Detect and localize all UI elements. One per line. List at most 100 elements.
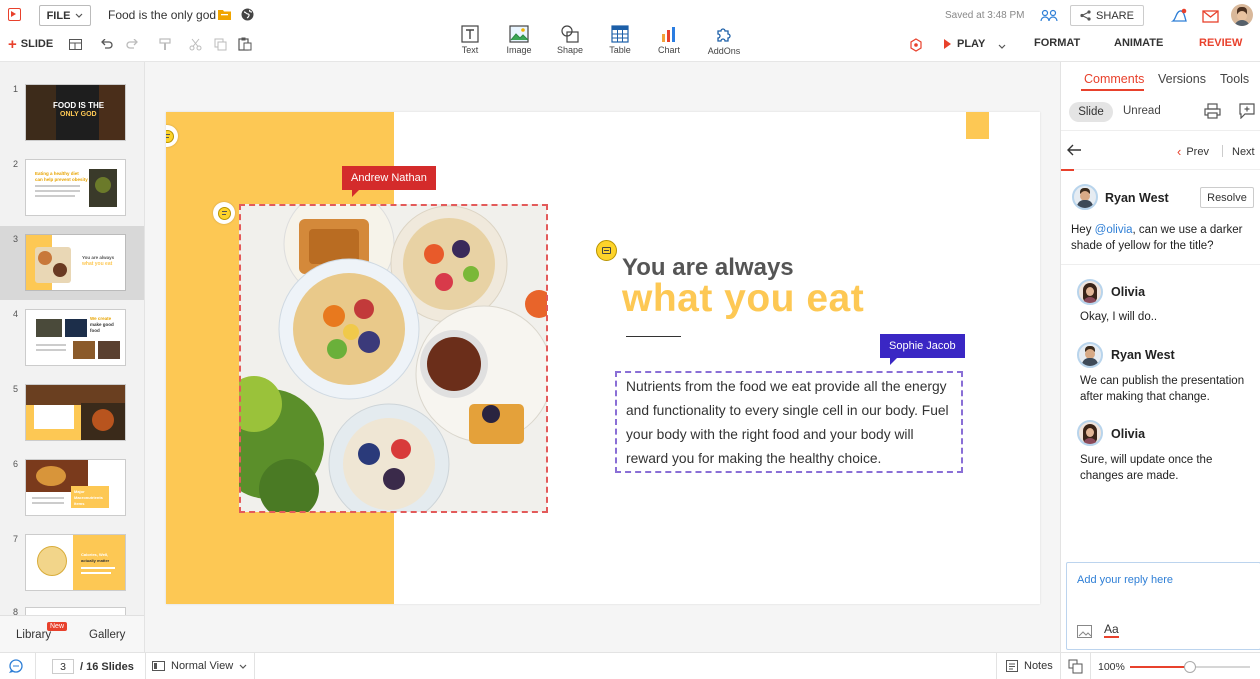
insert-table-label: Table <box>609 45 631 55</box>
thumbnail-number: 3 <box>13 234 19 244</box>
zoom-slider-thumb[interactable] <box>1184 661 1196 673</box>
share-icon <box>1080 10 1091 21</box>
prev-label: Prev <box>1186 145 1209 158</box>
status-bar: 3 / 16 Slides Normal View Notes 100% <box>0 652 1260 679</box>
thumbnail-6-text: Macronutrients <box>74 495 103 500</box>
filter-unread-chip[interactable]: Unread <box>1123 105 1161 117</box>
slide-thumbnail-5[interactable] <box>25 384 126 441</box>
collaborator-tag-andrew-label: Andrew Nathan <box>351 172 427 184</box>
format-painter-icon[interactable] <box>159 38 171 51</box>
folder-icon[interactable] <box>218 9 231 20</box>
body-text-box[interactable]: Nutrients from the food we eat provide a… <box>615 371 963 473</box>
comment-marker-icon[interactable] <box>213 202 235 224</box>
share-label: SHARE <box>1096 9 1134 22</box>
globe-icon[interactable] <box>241 8 254 21</box>
slide-thumbnail-1[interactable]: FOOD IS THE ONLY GOD <box>25 84 126 141</box>
play-options-chevron-icon[interactable] <box>998 44 1006 49</box>
redo-icon[interactable] <box>126 39 139 50</box>
collaborator-tag-andrew[interactable]: Andrew Nathan <box>342 166 436 197</box>
thumbnail-number: 7 <box>13 534 19 544</box>
add-slide-button[interactable]: + SLIDE <box>8 37 53 52</box>
slide-thumbnail-3[interactable]: You are always what you eat <box>25 234 126 291</box>
slide-thumbnail-6[interactable]: Major Macronutrients items <box>25 459 126 516</box>
slide-thumbnail-7[interactable]: Calories, Well, actually matter <box>25 534 126 591</box>
slide-3[interactable]: Andrew Nathan You are always what you ea… <box>166 112 1040 604</box>
notes-label: Notes <box>1024 660 1053 672</box>
chat-icon[interactable] <box>8 659 24 674</box>
avatar <box>1077 420 1103 446</box>
cut-icon[interactable] <box>189 38 202 51</box>
notes-button[interactable]: Notes <box>1006 660 1053 672</box>
current-slide-input[interactable]: 3 <box>52 659 74 674</box>
text-icon <box>461 25 479 43</box>
thumbnail-number: 1 <box>13 84 19 94</box>
document-title[interactable]: Food is the only god <box>108 8 216 22</box>
panel-divider <box>1061 130 1260 131</box>
insert-chart-button[interactable]: Chart <box>639 25 699 55</box>
title-divider <box>626 336 681 337</box>
undo-icon[interactable] <box>100 39 113 50</box>
file-menu-button[interactable]: FILE <box>39 5 91 26</box>
paste-icon[interactable] <box>238 37 252 51</box>
thumbnail-3-text: what you eat <box>82 261 113 267</box>
next-comment-button[interactable]: Next › <box>1232 144 1260 159</box>
view-mode-label: Normal View <box>171 660 234 672</box>
layout-icon[interactable] <box>69 39 82 50</box>
reply-text: We can publish the presentation after ma… <box>1080 375 1245 403</box>
avatar <box>1077 342 1103 368</box>
collaborators-icon[interactable] <box>1040 9 1058 22</box>
sep <box>1090 653 1091 679</box>
tab-animate[interactable]: ANIMATE <box>1114 37 1163 49</box>
comment-marker-icon[interactable] <box>596 240 617 261</box>
zoom-slider-track[interactable] <box>1130 661 1250 673</box>
slide-title-line2[interactable]: what you eat <box>622 277 864 321</box>
sep <box>1060 653 1061 679</box>
chart-icon <box>662 27 675 42</box>
add-comment-icon[interactable] <box>1239 103 1255 119</box>
thread-header-divider <box>1061 169 1260 170</box>
slide-thumbnail-8[interactable] <box>25 607 126 615</box>
tab-versions[interactable]: Versions <box>1158 72 1206 86</box>
resolve-button[interactable]: Resolve <box>1200 187 1254 208</box>
tab-format[interactable]: FORMAT <box>1034 37 1080 49</box>
notifications-icon[interactable] <box>1171 8 1188 23</box>
share-button[interactable]: SHARE <box>1070 5 1144 26</box>
library-tab[interactable]: Library <box>16 629 51 641</box>
tab-tools[interactable]: Tools <box>1220 72 1249 86</box>
text-format-button[interactable]: Aa <box>1104 623 1119 638</box>
review-panel: Comments Versions Tools Slide Unread ‹ P… <box>1060 62 1260 652</box>
prev-comment-button[interactable]: ‹ Prev <box>1177 144 1209 159</box>
tab-comments[interactable]: Comments <box>1084 72 1144 86</box>
settings-hexagon-icon[interactable] <box>909 38 923 52</box>
avatar <box>1072 184 1098 210</box>
chevron-down-icon <box>75 13 83 18</box>
thumbnail-6-text: Major <box>74 489 85 494</box>
insert-addons-button[interactable]: AddOns <box>694 25 754 56</box>
slide-thumbnail-4[interactable]: We create make good food <box>25 309 126 366</box>
zoom-level[interactable]: 100% <box>1098 661 1125 673</box>
view-mode-dropdown[interactable]: Normal View <box>152 660 247 672</box>
tab-comments-underline <box>1081 89 1144 91</box>
fit-to-screen-icon[interactable] <box>1068 659 1083 674</box>
insert-image-icon[interactable] <box>1077 625 1092 638</box>
collaborator-tag-sophie[interactable]: Sophie Jacob <box>880 334 965 365</box>
chevron-down-icon <box>239 664 247 669</box>
mention-link[interactable]: @olivia <box>1095 224 1133 236</box>
slide-thumbnail-2[interactable]: Eating a healthy diet can help prevent o… <box>25 159 126 216</box>
thumbnail-1-title: FOOD IS THE <box>53 101 105 110</box>
next-label: Next <box>1232 145 1255 158</box>
print-comments-icon[interactable] <box>1204 103 1221 119</box>
nav-separator <box>1222 145 1223 157</box>
tab-review[interactable]: REVIEW <box>1199 37 1242 49</box>
app-logo-icon[interactable] <box>8 8 21 21</box>
copy-icon[interactable] <box>214 38 227 51</box>
reply-input-box[interactable]: Add your reply here Aa <box>1066 562 1260 650</box>
photo-selection-outline <box>239 204 548 513</box>
user-avatar[interactable] <box>1231 4 1253 26</box>
thumbnail-4-text: We create <box>90 316 112 321</box>
feedback-mail-icon[interactable] <box>1202 9 1220 23</box>
filter-slide-chip[interactable]: Slide <box>1069 102 1113 122</box>
gallery-tab[interactable]: Gallery <box>89 629 125 641</box>
back-arrow-icon[interactable] <box>1067 144 1082 156</box>
play-button[interactable]: PLAY <box>944 38 985 50</box>
